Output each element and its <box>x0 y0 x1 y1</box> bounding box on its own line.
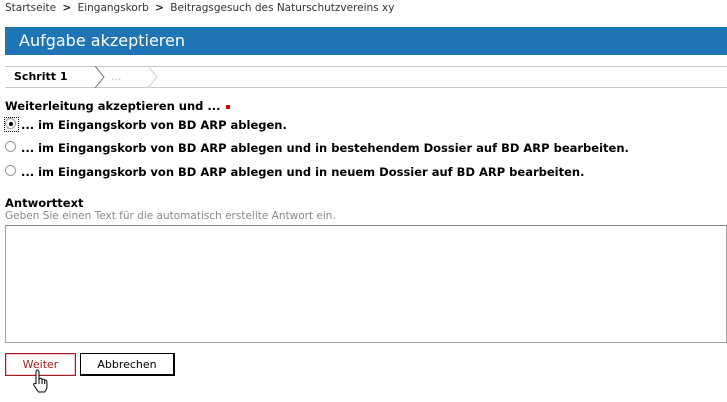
breadcrumb-link-startseite[interactable]: Startseite <box>5 2 56 14</box>
radio-existing-dossier[interactable] <box>5 141 16 152</box>
radio-inbox-only[interactable] <box>4 117 19 132</box>
cancel-button[interactable]: Abbrechen <box>80 353 175 376</box>
answer-textarea[interactable] <box>5 225 727 343</box>
wizard-steps: Schritt 1 ... <box>5 66 727 88</box>
forwarding-question-label: Weiterleitung akzeptieren und ... <box>5 99 230 113</box>
breadcrumb: Startseite > Eingangskorb > Beitragsgesu… <box>5 2 394 14</box>
page-title-bar: Aufgabe akzeptieren <box>5 27 727 55</box>
forwarding-question-text: Weiterleitung akzeptieren und ... <box>5 99 221 113</box>
radio-new-dossier[interactable] <box>5 165 16 176</box>
breadcrumb-separator: > <box>155 2 164 14</box>
focus-indicator <box>4 117 19 132</box>
option-new-dossier-label[interactable]: ... im Eingangskorb von BD ARP ablegen u… <box>21 165 584 179</box>
answer-text-hint: Geben Sie einen Text für die automatisch… <box>5 210 336 222</box>
wizard-step-1: Schritt 1 <box>14 70 68 83</box>
required-marker-icon <box>225 104 230 109</box>
wizard-step-2: ... <box>111 70 122 83</box>
breadcrumb-separator: > <box>62 2 72 14</box>
option-inbox-only-label[interactable]: ... im Eingangskorb von BD ARP ablegen. <box>21 118 287 132</box>
page-title: Aufgabe akzeptieren <box>19 31 186 50</box>
answer-text-label: Antworttext <box>5 196 84 210</box>
option-existing-dossier-label[interactable]: ... im Eingangskorb von BD ARP ablegen u… <box>21 141 629 155</box>
breadcrumb-link-eingangskorb[interactable]: Eingangskorb <box>78 2 149 14</box>
hand-pointer-icon <box>33 369 48 393</box>
breadcrumb-current: Beitragsgesuch des Naturschutzvereins xy <box>170 2 395 14</box>
